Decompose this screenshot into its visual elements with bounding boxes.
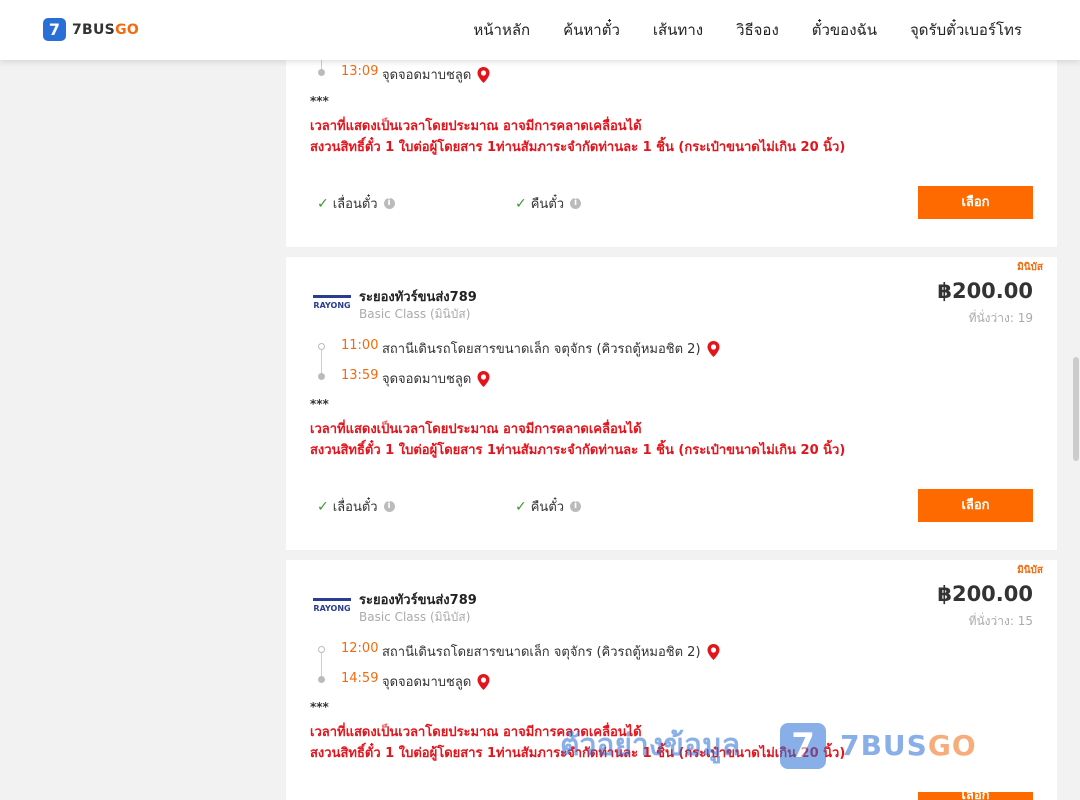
depart-place: สถานีเดินรถโดยสารขนาดเล็ก จตุจักร (คิวรถ…	[382, 342, 701, 357]
refund-label: คืนตั๋ว	[530, 500, 565, 515]
map-pin-icon[interactable]	[477, 66, 490, 83]
note-line-1: เวลาที่แสดงเป็นเวลาโดยประมาณ อาจมีการคลา…	[310, 119, 642, 134]
route-line	[321, 350, 322, 375]
depart-dot	[318, 343, 325, 350]
refund-feature: ✓ คืนตั๋ว i	[515, 193, 582, 214]
scrollbar-thumb[interactable]	[1073, 357, 1079, 461]
reschedule-label: เลื่อนตั๋ว	[332, 500, 378, 515]
nav-routes[interactable]: เส้นทาง	[653, 18, 703, 42]
depart-dot	[318, 646, 325, 653]
select-button[interactable]: เลือก	[918, 489, 1033, 522]
vehicle-type-tag: มินิบัส	[1017, 565, 1043, 576]
logo-text: 7BUSGO	[72, 22, 139, 38]
depart-stop: สถานีเดินรถโดยสารขนาดเล็ก จตุจักร (คิวรถ…	[382, 641, 720, 662]
arrive-time: 13:09	[341, 64, 379, 79]
arrive-dot	[318, 373, 325, 380]
check-icon: ✓	[515, 195, 527, 212]
nav-my-tickets[interactable]: ตั๋วของฉัน	[812, 18, 877, 42]
operator-name: ระยองทัวร์ขนส่ง789	[359, 290, 477, 305]
service-class: Basic Class (มินิบัส)	[359, 307, 471, 321]
select-button[interactable]: เลือก	[918, 186, 1033, 219]
trip-card: 13:09 จุดจอดมาบชลูด *** เวลาที่แสดงเป็นเ…	[286, 40, 1057, 247]
map-pin-icon[interactable]	[477, 370, 490, 387]
arrive-dot	[318, 69, 325, 76]
arrive-stop: จุดจอดมาบชลูด	[382, 368, 490, 389]
arrive-time: 13:59	[341, 368, 379, 383]
trip-card: มินิบัส RAYONG ระยองทัวร์ขนส่ง789 Basic …	[286, 560, 1057, 800]
operator-logo: RAYONG	[313, 295, 351, 310]
nav-search-tickets[interactable]: ค้นหาตั๋ว	[563, 18, 620, 42]
nav-how-to-book[interactable]: วิธีจอง	[736, 18, 779, 42]
price: ฿200.00	[937, 279, 1033, 303]
refund-feature: ✓ คืนตั๋ว i	[515, 496, 582, 517]
info-icon[interactable]: i	[383, 501, 395, 512]
check-icon: ✓	[515, 498, 527, 515]
logo-text-main: 7BUS	[72, 21, 116, 38]
note-line-1: เวลาที่แสดงเป็นเวลาโดยประมาณ อาจมีการคลา…	[310, 422, 642, 437]
arrive-place: จุดจอดมาบชลูด	[382, 68, 472, 83]
logo-mark: 7	[43, 18, 66, 41]
map-pin-icon[interactable]	[707, 340, 720, 357]
check-icon: ✓	[317, 195, 329, 212]
stars-marker: ***	[310, 94, 329, 108]
route-line	[321, 653, 322, 678]
note-line-1: เวลาที่แสดงเป็นเวลาโดยประมาณ อาจมีการคลา…	[310, 725, 642, 740]
depart-time: 12:00	[341, 641, 379, 656]
note-line-2: สงวนสิทธิ์ตั๋ว 1 ใบต่อผู้โดยสาร 1ท่านสัม…	[310, 443, 846, 458]
nav-pickup-points[interactable]: จุดรับตั๋วเบอร์โทร	[910, 18, 1022, 42]
reschedule-feature: ✓ เลื่อนตั๋ว i	[317, 193, 395, 214]
nav-home[interactable]: หน้าหลัก	[473, 18, 530, 42]
price: ฿200.00	[937, 582, 1033, 606]
arrive-time: 14:59	[341, 671, 379, 686]
operator-logo: RAYONG	[313, 598, 351, 613]
service-class: Basic Class (มินิบัส)	[359, 610, 471, 624]
seats-available: ที่นั่งว่าง: 19	[968, 311, 1033, 325]
arrive-place: จุดจอดมาบชลูด	[382, 675, 472, 690]
vehicle-type-tag: มินิบัส	[1017, 262, 1043, 273]
operator-logo-text: RAYONG	[313, 604, 350, 613]
depart-time: 11:00	[341, 338, 379, 353]
info-icon[interactable]: i	[383, 198, 395, 209]
note-line-2: สงวนสิทธิ์ตั๋ว 1 ใบต่อผู้โดยสาร 1ท่านสัม…	[310, 140, 846, 155]
arrive-dot	[318, 676, 325, 683]
map-pin-icon[interactable]	[707, 643, 720, 660]
arrive-stop: จุดจอดมาบชลูด	[382, 64, 490, 85]
depart-place: สถานีเดินรถโดยสารขนาดเล็ก จตุจักร (คิวรถ…	[382, 645, 701, 660]
trip-card: มินิบัส RAYONG ระยองทัวร์ขนส่ง789 Basic …	[286, 257, 1057, 550]
reschedule-label: เลื่อนตั๋ว	[332, 197, 378, 212]
info-icon[interactable]: i	[570, 501, 582, 512]
reschedule-feature: ✓ เลื่อนตั๋ว i	[317, 496, 395, 517]
operator-logo-text: RAYONG	[313, 301, 350, 310]
operator-name: ระยองทัวร์ขนส่ง789	[359, 593, 477, 608]
site-logo[interactable]: 7 7BUSGO	[43, 18, 139, 41]
page-scrollbar[interactable]	[1072, 60, 1080, 800]
refund-label: คืนตั๋ว	[530, 197, 565, 212]
info-icon[interactable]: i	[570, 198, 582, 209]
logo-text-go: GO	[115, 21, 140, 38]
seats-available: ที่นั่งว่าง: 15	[968, 614, 1033, 628]
check-icon: ✓	[317, 498, 329, 515]
depart-stop: สถานีเดินรถโดยสารขนาดเล็ก จตุจักร (คิวรถ…	[382, 338, 720, 359]
select-button[interactable]: เลือก	[918, 792, 1033, 800]
map-pin-icon[interactable]	[477, 673, 490, 690]
note-line-2: สงวนสิทธิ์ตั๋ว 1 ใบต่อผู้โดยสาร 1ท่านสัม…	[310, 746, 846, 761]
arrive-stop: จุดจอดมาบชลูด	[382, 671, 490, 692]
arrive-place: จุดจอดมาบชลูด	[382, 372, 472, 387]
site-header: 7 7BUSGO หน้าหลัก ค้นหาตั๋ว เส้นทาง วิธี…	[0, 0, 1080, 60]
stars-marker: ***	[310, 700, 329, 714]
main-nav: หน้าหลัก ค้นหาตั๋ว เส้นทาง วิธีจอง ตั๋วข…	[473, 0, 1022, 60]
stars-marker: ***	[310, 397, 329, 411]
